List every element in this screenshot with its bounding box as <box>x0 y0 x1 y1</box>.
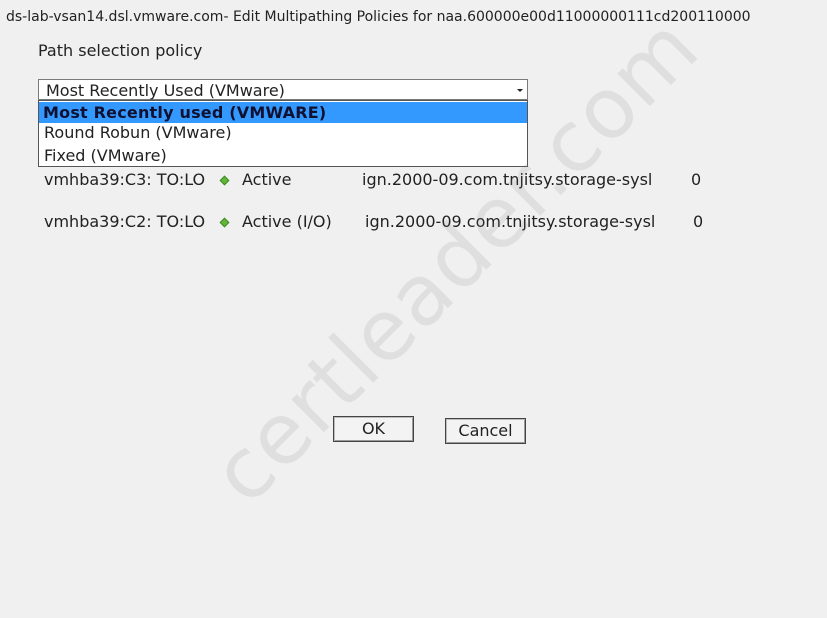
path-status: Active (I/O) <box>242 212 332 231</box>
path-runtime-name: vmhba39:C3: TO:LO <box>44 170 206 189</box>
selected-policy-value: Most Recently Used (VMware) <box>46 81 285 100</box>
policy-dropdown-list: Most Recently used (VMWARE) Round Robun … <box>38 100 528 167</box>
path-selection-policy-label: Path selection policy <box>38 41 203 60</box>
policy-option-round-robin[interactable]: Round Robun (VMware) <box>39 122 527 144</box>
chevron-down-icon[interactable] <box>517 89 523 92</box>
cancel-button[interactable]: Cancel <box>445 418 526 444</box>
green-diamond-status-icon <box>219 217 230 228</box>
policy-option-most-recently-used[interactable]: Most Recently used (VMWARE) <box>39 102 527 123</box>
path-runtime-name: vmhba39:C2: TO:LO <box>44 212 206 231</box>
path-target: ign.2000-09.com.tnjitsy.storage-sysl <box>362 170 653 189</box>
path-row[interactable]: vmhba39:C2: TO:LO Active (I/O) ign.2000-… <box>0 211 827 233</box>
policy-option-fixed[interactable]: Fixed (VMware) <box>39 145 527 167</box>
path-selection-policy-select[interactable]: Most Recently Used (VMware) <box>38 79 528 100</box>
path-lun: 0 <box>693 212 704 231</box>
path-lun: 0 <box>691 170 702 189</box>
path-status: Active <box>242 170 292 189</box>
path-target: ign.2000-09.com.tnjitsy.storage-sysl <box>365 212 656 231</box>
path-row[interactable]: vmhba39:C3: TO:LO Active ign.2000-09.com… <box>0 169 827 191</box>
green-diamond-status-icon <box>219 175 230 186</box>
dialog-title: ds-lab-vsan14.dsl.vmware.com- Edit Multi… <box>6 9 751 25</box>
ok-button[interactable]: OK <box>333 416 414 442</box>
